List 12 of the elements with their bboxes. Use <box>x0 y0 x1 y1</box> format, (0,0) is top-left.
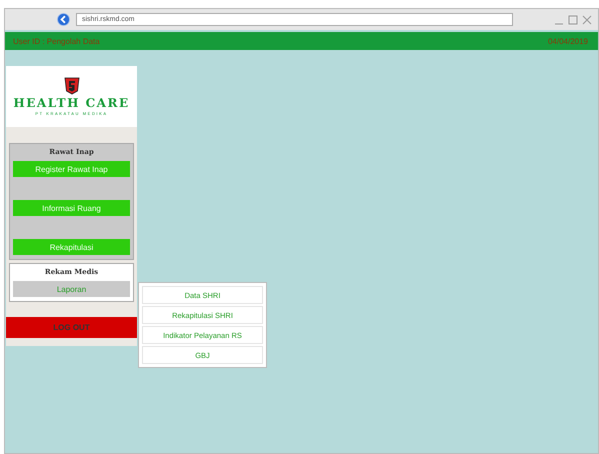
nav-button[interactable]: Rekapitulasi <box>13 239 130 255</box>
logout-button[interactable]: LOG OUT <box>6 317 137 338</box>
logo-title: HEALTH CARE <box>13 96 130 110</box>
maximize-icon[interactable] <box>568 14 578 24</box>
user-id-label: User ID : Pengolah Data <box>13 36 100 46</box>
close-icon[interactable] <box>582 14 592 24</box>
shield-logo-icon <box>64 77 80 95</box>
nav-button[interactable]: Register Rawat Inap <box>13 161 130 177</box>
nav-button[interactable]: Laporan <box>13 281 130 297</box>
back-icon[interactable] <box>57 13 70 26</box>
date-label: 04/04/2019 <box>548 36 588 46</box>
nav-button[interactable]: Informasi Ruang <box>13 200 130 216</box>
